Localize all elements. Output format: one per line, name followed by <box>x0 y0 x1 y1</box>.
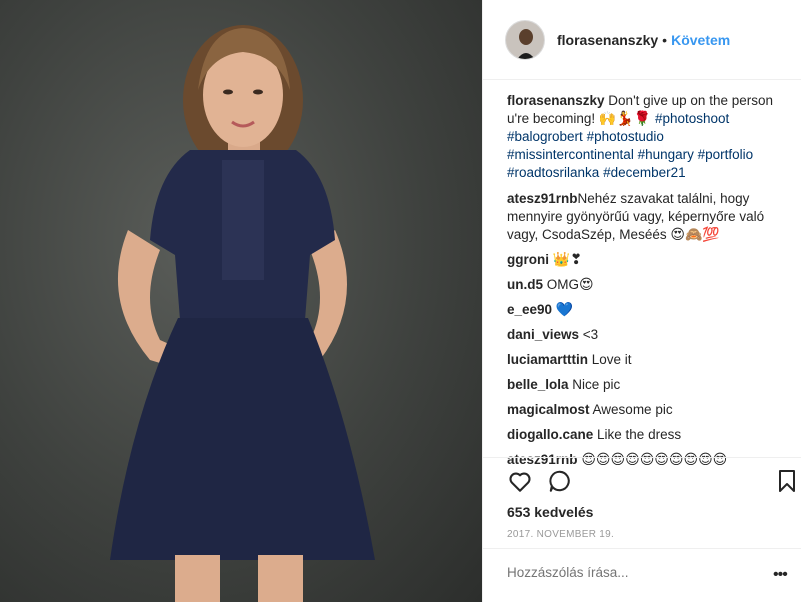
comment-username[interactable]: un.d5 <box>507 277 543 292</box>
comment-username[interactable]: ggroni <box>507 252 549 267</box>
comment-item: magicalmost Awesome pic <box>507 401 786 419</box>
post-header: florasenanszky • Követem <box>483 0 801 80</box>
divider <box>483 457 801 458</box>
comment-emojis: 😍😍😍😍😍😍😍😍😍😍 <box>581 452 728 468</box>
hashtag-link[interactable]: #photostudio <box>587 129 664 144</box>
comment-item: un.d5 OMG😍 <box>507 276 786 294</box>
comment-username[interactable]: atesz91rnb <box>507 191 578 206</box>
comment-text: Love it <box>588 352 632 367</box>
comment-entries: atesz91rnbNehéz szavakat találni, hogy m… <box>507 190 786 469</box>
comment-username[interactable]: diogallo.cane <box>507 427 593 442</box>
post-date[interactable]: 2017. NOVEMBER 19. <box>507 529 614 540</box>
hashtag-link[interactable]: #portfolio <box>698 147 754 162</box>
comment-text: Awesome pic <box>589 402 673 417</box>
post-sidebar: florasenanszky • Követem florasenanszky … <box>482 0 801 602</box>
hashtag-link[interactable]: #balogrobert <box>507 129 583 144</box>
heart-icon[interactable] <box>507 468 533 494</box>
comment-text: OMG <box>543 277 579 292</box>
comment-username[interactable]: atesz91rnb <box>507 452 578 467</box>
comment-item: ggroni 👑❣ <box>507 251 786 269</box>
comment-text: Like the dress <box>593 427 682 442</box>
comment-emojis: 😍 <box>579 277 594 293</box>
comment-emojis: 😍🙈💯 <box>670 227 720 243</box>
following-button[interactable]: Követem <box>671 32 730 48</box>
comment-emojis: 💙 <box>555 302 574 318</box>
hashtag-link[interactable]: #hungary <box>638 147 694 162</box>
hashtag-link[interactable]: #december21 <box>603 165 686 180</box>
comment-username[interactable]: belle_lola <box>507 377 569 392</box>
likes-count[interactable]: 653 kedvelés <box>507 504 593 520</box>
comment-username[interactable]: magicalmost <box>507 402 590 417</box>
add-comment-input[interactable] <box>507 565 737 580</box>
more-options-icon[interactable]: ••• <box>773 566 788 584</box>
bookmark-icon[interactable] <box>775 468 801 494</box>
comment-item: atesz91rnb 😍😍😍😍😍😍😍😍😍😍 <box>507 451 786 469</box>
comment-username[interactable]: e_ee90 <box>507 302 552 317</box>
comments-list[interactable]: florasenanszky Don't give up on the pers… <box>483 80 801 469</box>
comment-emojis: 👑❣ <box>552 252 582 268</box>
divider <box>483 548 801 549</box>
comment-username[interactable]: dani_views <box>507 327 579 342</box>
comment-text: Nice pic <box>568 377 621 392</box>
hashtag-link[interactable]: #missintercontinental <box>507 147 634 162</box>
post-caption: florasenanszky Don't give up on the pers… <box>507 92 786 182</box>
separator-dot: • <box>662 31 668 48</box>
hashtag-link[interactable]: #roadtosrilanka <box>507 165 599 180</box>
caption-emojis: 🙌💃🌹 <box>598 111 652 127</box>
comment-item: diogallo.cane Like the dress <box>507 426 786 444</box>
hashtag-link[interactable]: #photoshoot <box>655 111 729 126</box>
comment-item: e_ee90 💙 <box>507 301 786 319</box>
comment-item: atesz91rnbNehéz szavakat találni, hogy m… <box>507 190 786 244</box>
post-actions <box>507 468 797 498</box>
comment-text: <3 <box>579 327 599 342</box>
caption-username[interactable]: florasenanszky <box>507 93 605 108</box>
comment-item: belle_lola Nice pic <box>507 376 786 394</box>
comment-username[interactable]: luciamartttin <box>507 352 588 367</box>
post-photo[interactable] <box>0 0 482 602</box>
woman-portrait-image <box>110 25 375 602</box>
avatar[interactable] <box>505 19 545 60</box>
comment-item: luciamartttin Love it <box>507 351 786 369</box>
comment-item: dani_views <3 <box>507 326 786 344</box>
post-author-username[interactable]: florasenanszky <box>557 32 658 48</box>
comment-bubble-icon[interactable] <box>547 468 573 494</box>
